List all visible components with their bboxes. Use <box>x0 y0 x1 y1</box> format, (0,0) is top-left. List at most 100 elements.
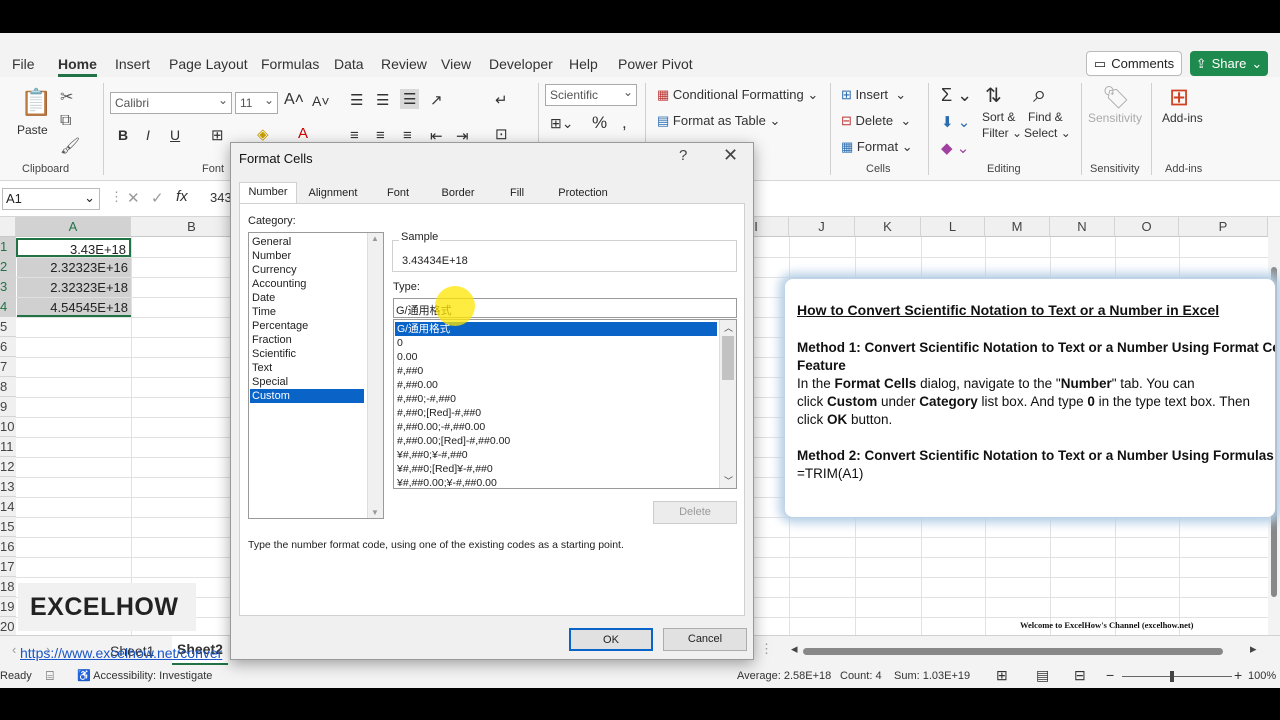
prev-sheet-icon[interactable]: ‹ <box>12 642 16 657</box>
row-header[interactable]: 11 <box>0 437 16 457</box>
scroll-right-icon[interactable]: ▸ <box>1250 641 1257 657</box>
find-select-button[interactable]: Select ⌄ <box>1024 126 1071 140</box>
tab-file[interactable]: File <box>12 56 35 72</box>
conditional-formatting-button[interactable]: ▦ Conditional Formatting ⌄ <box>657 87 818 103</box>
tab-formulas[interactable]: Formulas <box>261 56 319 72</box>
page-break-view-icon[interactable]: ⊟ <box>1074 667 1086 684</box>
wrap-text-icon[interactable]: ↵ <box>495 91 508 109</box>
zoom-slider[interactable] <box>1122 676 1232 677</box>
format-item[interactable]: ¥#,##0;¥-#,##0 <box>395 448 717 462</box>
font-size-combo[interactable]: 11 <box>235 92 278 114</box>
column-header[interactable]: L <box>921 217 985 237</box>
cell-a2[interactable]: 2.32323E+16 <box>17 258 131 277</box>
help-icon[interactable]: ? <box>679 147 687 164</box>
column-header[interactable]: A <box>16 217 131 237</box>
format-item[interactable]: #,##0.00;-#,##0.00 <box>395 420 717 434</box>
column-header[interactable]: P <box>1179 217 1268 237</box>
category-item[interactable]: Fraction <box>250 333 364 347</box>
format-cells-button[interactable]: ▦ Format ⌄ <box>841 139 913 155</box>
column-header[interactable]: J <box>789 217 855 237</box>
tab-protection[interactable]: Protection <box>545 184 621 204</box>
scroll-up-icon[interactable]: ▲ <box>371 234 379 243</box>
cancel-icon[interactable]: ✕ <box>127 189 140 207</box>
bold-icon[interactable]: B <box>118 127 128 143</box>
sensitivity-button[interactable]: Sensitivity <box>1088 111 1142 125</box>
macro-icon[interactable]: ⌸ <box>46 668 54 684</box>
category-item[interactable]: Percentage <box>250 319 364 333</box>
category-scrollbar[interactable]: ▲ ▼ <box>367 233 383 518</box>
currency-icon[interactable]: ⊞⌄ <box>550 115 573 132</box>
sensitivity-icon[interactable]: 🏷 <box>1102 85 1130 111</box>
font-name-combo[interactable]: Calibri <box>110 92 232 114</box>
category-item[interactable]: Scientific <box>250 347 364 361</box>
row-header[interactable]: 13 <box>0 477 16 497</box>
row-header[interactable]: 14 <box>0 497 16 517</box>
addins-icon[interactable]: ⊞ <box>1169 83 1189 112</box>
paste-button[interactable]: Paste <box>17 123 48 137</box>
column-header[interactable]: N <box>1050 217 1115 237</box>
row-header[interactable]: 10 <box>0 417 16 437</box>
close-icon[interactable]: ✕ <box>723 145 738 166</box>
category-item[interactable]: Date <box>250 291 364 305</box>
row-header[interactable]: 15 <box>0 517 16 537</box>
category-item[interactable]: Accounting <box>250 277 364 291</box>
format-item[interactable]: ¥#,##0.00;¥-#,##0.00 <box>395 476 717 488</box>
scroll-down-icon[interactable]: ﹀ <box>724 474 733 487</box>
row-header[interactable]: 2 <box>0 257 16 277</box>
format-painter-icon[interactable]: 🖌 <box>60 136 80 156</box>
addins-button[interactable]: Add-ins <box>1162 111 1203 125</box>
format-item[interactable]: #,##0;[Red]-#,##0 <box>395 406 717 420</box>
cell-a1[interactable]: 3.43E+18 <box>16 238 131 257</box>
fill-icon[interactable]: ⬇ ⌄ <box>941 113 970 131</box>
row-header[interactable]: 5 <box>0 317 16 337</box>
row-header[interactable]: 16 <box>0 537 16 557</box>
row-header[interactable]: 7 <box>0 357 16 377</box>
format-item-selected[interactable]: G/通用格式 <box>395 322 717 336</box>
category-item-custom[interactable]: Custom <box>250 389 364 403</box>
autosum-icon[interactable]: Σ ⌄ <box>941 85 972 106</box>
orientation-icon[interactable]: ↗ <box>430 91 443 109</box>
zoom-level[interactable]: 100% <box>1248 670 1276 682</box>
scrollbar-thumb[interactable] <box>722 336 734 380</box>
category-item[interactable]: Time <box>250 305 364 319</box>
formula-input[interactable]: 343 <box>210 190 232 205</box>
sort-filter-icon[interactable]: ⇅ <box>985 83 1002 108</box>
row-header[interactable]: 1 <box>0 237 16 257</box>
decrease-font-icon[interactable]: A˅ <box>312 93 330 109</box>
tab-review[interactable]: Review <box>381 56 427 72</box>
accessibility-status[interactable]: ♿ Accessibility: Investigate <box>77 669 212 682</box>
tab-power-pivot[interactable]: Power Pivot <box>618 56 693 72</box>
align-bottom-icon[interactable]: ☰ <box>400 89 420 109</box>
merge-center-icon[interactable]: ⊡ <box>495 125 508 143</box>
percent-icon[interactable]: % <box>592 113 607 133</box>
column-header[interactable]: K <box>855 217 921 237</box>
delete-format-button[interactable]: Delete <box>653 501 737 524</box>
tab-font[interactable]: Font <box>369 184 427 204</box>
increase-font-icon[interactable]: A˄ <box>284 91 304 109</box>
tab-number[interactable]: Number <box>239 182 297 205</box>
page-layout-view-icon[interactable]: ▤ <box>1036 667 1049 684</box>
format-item[interactable]: #,##0.00 <box>395 378 717 392</box>
tab-home[interactable]: Home <box>58 56 97 77</box>
find-select-label1[interactable]: Find & <box>1028 110 1063 124</box>
italic-icon[interactable]: I <box>146 127 150 143</box>
font-color-icon[interactable]: A <box>298 125 308 142</box>
zoom-slider-handle[interactable] <box>1170 671 1174 682</box>
borders-icon[interactable]: ⊞ <box>211 126 224 144</box>
tab-help[interactable]: Help <box>569 56 598 72</box>
row-header[interactable]: 12 <box>0 457 16 477</box>
tab-page-layout[interactable]: Page Layout <box>169 56 248 72</box>
row-header[interactable]: 18 <box>0 577 16 597</box>
sort-filter-button[interactable]: Filter ⌄ <box>982 126 1022 140</box>
find-select-icon[interactable]: ⌕ <box>1033 81 1046 109</box>
format-list-scrollbar[interactable]: ︿ ﹀ <box>719 320 736 488</box>
insert-function-icon[interactable]: fx <box>176 188 188 205</box>
row-header[interactable]: 6 <box>0 337 16 357</box>
category-item[interactable]: General <box>250 235 364 249</box>
column-header[interactable]: O <box>1115 217 1179 237</box>
align-middle-icon[interactable]: ☰ <box>376 91 389 109</box>
sort-filter-label1[interactable]: Sort & <box>982 110 1015 124</box>
format-code-list[interactable]: G/通用格式 0 0.00 #,##0 #,##0.00 #,##0;-#,##… <box>393 319 737 489</box>
cancel-button[interactable]: Cancel <box>663 628 747 651</box>
comma-style-icon[interactable]: , <box>622 113 627 133</box>
